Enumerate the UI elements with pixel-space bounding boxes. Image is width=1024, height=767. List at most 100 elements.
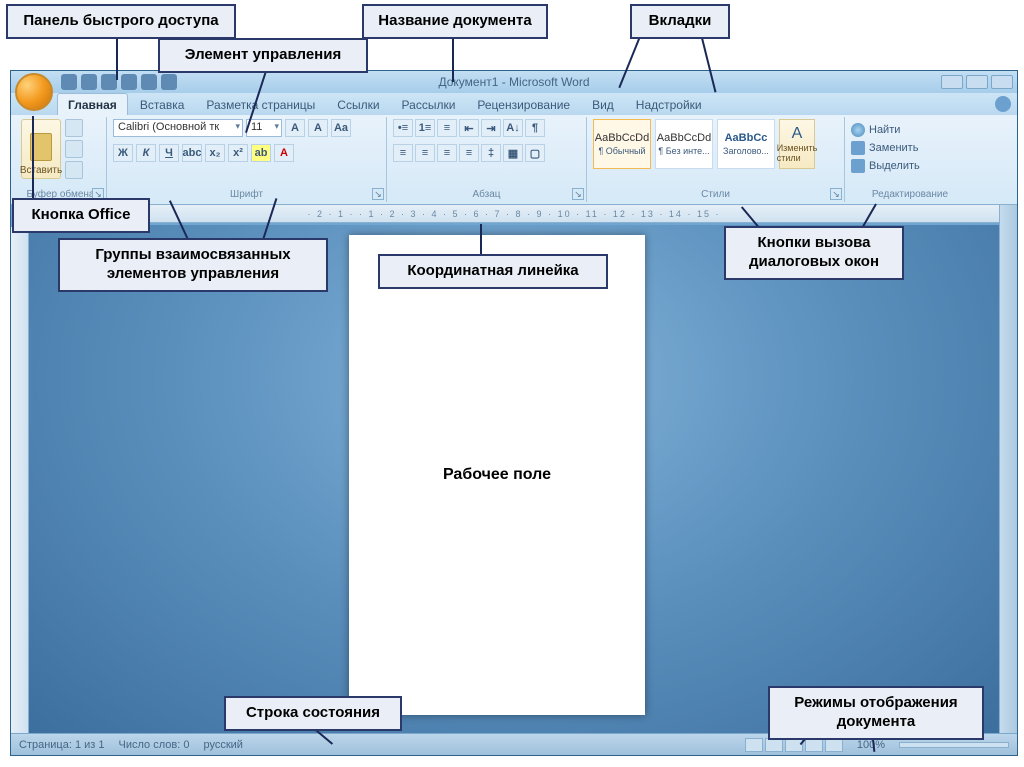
group-styles-label: Стили <box>593 187 838 200</box>
align-left-icon[interactable]: ≡ <box>393 144 413 162</box>
change-styles-button[interactable]: A Изменить стили <box>779 119 815 169</box>
align-center-icon[interactable]: ≡ <box>415 144 435 162</box>
show-marks-icon[interactable]: ¶ <box>525 119 545 137</box>
zoom-percent[interactable]: 100% <box>857 739 885 751</box>
format-painter-icon[interactable] <box>65 161 83 179</box>
grow-font-icon[interactable]: A <box>285 119 305 137</box>
view-mode-buttons <box>745 738 843 752</box>
style-no-spacing[interactable]: AaBbCcDd ¶ Без инте... <box>655 119 713 169</box>
superscript-button[interactable]: x² <box>228 144 248 162</box>
print-icon[interactable] <box>121 74 137 90</box>
window-controls <box>941 75 1013 89</box>
cut-icon[interactable] <box>65 119 83 137</box>
replace-icon <box>851 141 865 155</box>
font-color-button[interactable]: A <box>274 144 294 162</box>
sort-icon[interactable]: A↓ <box>503 119 523 137</box>
multilevel-icon[interactable]: ≡ <box>437 119 457 137</box>
borders-icon[interactable]: ▢ <box>525 144 545 162</box>
line-spacing-icon[interactable]: ‡ <box>481 144 501 162</box>
indent-inc-icon[interactable]: ⇥ <box>481 119 501 137</box>
find-button[interactable]: Найти <box>851 123 900 137</box>
status-page[interactable]: Страница: 1 из 1 <box>19 739 105 751</box>
paste-button[interactable]: Вставить <box>21 119 61 179</box>
vertical-scrollbar[interactable] <box>999 205 1017 733</box>
callout-quick-access: Панель быстрого доступа <box>6 4 236 39</box>
qat-more-icon[interactable] <box>161 74 177 90</box>
preview-icon[interactable] <box>141 74 157 90</box>
numbering-icon[interactable]: 1≡ <box>415 119 435 137</box>
status-words[interactable]: Число слов: 0 <box>119 739 190 751</box>
group-editing-label: Редактирование <box>851 187 969 200</box>
tab-layout[interactable]: Разметка страницы <box>196 94 325 115</box>
bullets-icon[interactable]: •≡ <box>393 119 413 137</box>
tab-review[interactable]: Рецензирование <box>467 94 580 115</box>
style-heading1[interactable]: AaBbCc Заголово... <box>717 119 775 169</box>
tab-mail[interactable]: Рассылки <box>392 94 466 115</box>
document-title: Документ1 - Microsoft Word <box>438 75 589 89</box>
workspace-area: Рабочее поле <box>29 225 999 733</box>
style-normal[interactable]: AaBbCcDd ¶ Обычный <box>593 119 651 169</box>
select-label: Выделить <box>869 160 920 172</box>
tab-refs[interactable]: Ссылки <box>327 94 389 115</box>
vertical-ruler[interactable] <box>11 227 29 733</box>
shrink-font-icon[interactable]: A <box>308 119 328 137</box>
tab-view[interactable]: Вид <box>582 94 624 115</box>
view-print-layout[interactable] <box>745 738 763 752</box>
minimize-button[interactable] <box>941 75 963 89</box>
callout-ruler: Координатная линейка <box>378 254 608 289</box>
title-bar: Документ1 - Microsoft Word <box>11 71 1017 93</box>
save-icon[interactable] <box>61 74 77 90</box>
replace-label: Заменить <box>869 142 918 154</box>
change-styles-label: Изменить стили <box>777 143 818 163</box>
zoom-slider[interactable] <box>899 742 1009 748</box>
tab-home[interactable]: Главная <box>57 93 128 115</box>
strike-button[interactable]: abc <box>182 144 202 162</box>
font-size-combo[interactable]: 11 <box>246 119 282 137</box>
find-label: Найти <box>869 124 900 136</box>
status-language[interactable]: русский <box>203 739 242 751</box>
ribbon-tabs: Главная Вставка Разметка страницы Ссылки… <box>11 93 1017 115</box>
styles-launcher[interactable]: ↘ <box>830 188 842 200</box>
select-button[interactable]: Выделить <box>851 159 920 173</box>
find-icon <box>851 123 865 137</box>
document-page[interactable]: Рабочее поле <box>349 235 645 715</box>
callout-document-title: Название документа <box>362 4 548 39</box>
style-heading1-label: Заголово... <box>723 146 769 156</box>
redo-icon[interactable] <box>101 74 117 90</box>
group-font-label: Шрифт <box>113 187 380 200</box>
maximize-button[interactable] <box>966 75 988 89</box>
highlight-button[interactable]: ab <box>251 144 271 162</box>
group-paragraph-label: Абзац <box>393 187 580 200</box>
tab-insert[interactable]: Вставка <box>130 94 195 115</box>
justify-icon[interactable]: ≡ <box>459 144 479 162</box>
copy-icon[interactable] <box>65 140 83 158</box>
view-full-screen[interactable] <box>765 738 783 752</box>
paragraph-launcher[interactable]: ↘ <box>572 188 584 200</box>
undo-icon[interactable] <box>81 74 97 90</box>
paste-label: Вставить <box>20 165 62 176</box>
callout-view-modes: Режимы отображения документа <box>768 686 984 740</box>
workspace-caption: Рабочее поле <box>443 466 551 484</box>
shading-icon[interactable]: ▦ <box>503 144 523 162</box>
help-icon[interactable] <box>995 96 1011 112</box>
quick-access-toolbar <box>61 74 177 90</box>
underline-button[interactable]: Ч <box>159 144 179 162</box>
tab-addins[interactable]: Надстройки <box>626 94 712 115</box>
font-name-combo[interactable]: Calibri (Основной тк <box>113 119 243 137</box>
ribbon: Вставить Буфер обмена ↘ Calibri (Основно… <box>11 115 1017 205</box>
bold-button[interactable]: Ж <box>113 144 133 162</box>
align-right-icon[interactable]: ≡ <box>437 144 457 162</box>
replace-button[interactable]: Заменить <box>851 141 918 155</box>
close-button[interactable] <box>991 75 1013 89</box>
italic-button[interactable]: К <box>136 144 156 162</box>
callout-groups: Группы взаимосвязанных элементов управле… <box>58 238 328 292</box>
group-clipboard: Вставить Буфер обмена ↘ <box>15 117 107 202</box>
font-launcher[interactable]: ↘ <box>372 188 384 200</box>
subscript-button[interactable]: x₂ <box>205 144 225 162</box>
view-draft[interactable] <box>825 738 843 752</box>
indent-dec-icon[interactable]: ⇤ <box>459 119 479 137</box>
office-button[interactable] <box>15 73 53 111</box>
group-editing: Найти Заменить Выделить Редактирование <box>845 117 975 202</box>
clear-format-icon[interactable]: Aa <box>331 119 351 137</box>
view-outline[interactable] <box>805 738 823 752</box>
